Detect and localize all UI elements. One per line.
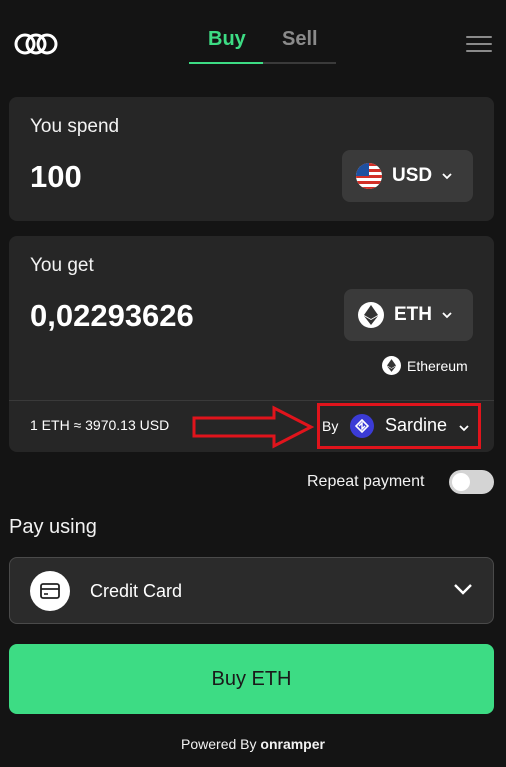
repeat-payment-label: Repeat payment	[307, 473, 425, 490]
get-amount: 0,02293626	[30, 298, 194, 333]
get-label: You get	[30, 255, 94, 276]
network-badge: Ethereum	[382, 356, 468, 375]
spend-currency-label: USD	[392, 165, 433, 186]
powered-by: Powered By onramper	[0, 736, 506, 752]
spend-label: You spend	[30, 116, 120, 137]
ethereum-icon	[358, 302, 384, 328]
payment-method-selector[interactable]: Credit Card	[9, 557, 494, 624]
onramper-logo-icon[interactable]	[14, 33, 58, 55]
toggle-knob	[452, 473, 470, 491]
credit-card-icon	[30, 571, 70, 611]
exchange-rate: 1 ETH ≈ 3970.13 USD	[30, 417, 170, 433]
chevron-down-icon	[454, 584, 472, 595]
tab-sell[interactable]: Sell	[282, 28, 318, 51]
tab-sell-indicator	[263, 62, 336, 64]
pay-using-heading: Pay using	[9, 516, 97, 538]
tab-buy[interactable]: Buy	[208, 28, 246, 51]
network-label: Ethereum	[407, 357, 468, 374]
spend-amount-input[interactable]: 100	[30, 159, 82, 195]
tab-buy-indicator	[189, 62, 263, 64]
onramper-brand[interactable]: onramper	[260, 736, 325, 752]
spend-currency-selector[interactable]: USD	[342, 150, 473, 202]
get-currency-label: ETH	[394, 304, 432, 325]
hamburger-menu-icon[interactable]	[466, 36, 492, 52]
chevron-down-icon	[442, 312, 452, 319]
spend-card: You spend 100 USD	[9, 97, 494, 221]
us-flag-icon	[356, 163, 382, 189]
powered-by-label: Powered By	[181, 736, 257, 752]
provider-highlight-box	[317, 403, 481, 449]
card-divider	[9, 400, 494, 401]
ethereum-network-icon	[382, 356, 401, 375]
chevron-down-icon	[442, 173, 452, 180]
repeat-payment-toggle[interactable]	[449, 470, 494, 494]
payment-method-label: Credit Card	[90, 581, 183, 601]
get-currency-selector[interactable]: ETH	[344, 289, 473, 341]
arrow-annotation-icon	[192, 405, 315, 449]
buy-eth-button[interactable]: Buy ETH	[9, 644, 494, 714]
